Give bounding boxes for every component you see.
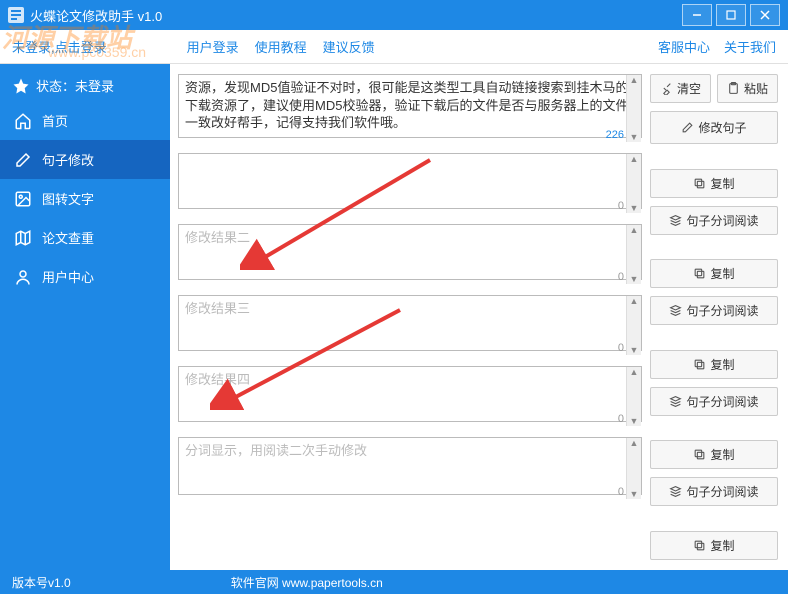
sidebar-item-sentence[interactable]: 句子修改 bbox=[0, 140, 170, 179]
sidebar-item-label: 论文查重 bbox=[42, 228, 94, 247]
copy-button-2[interactable]: 复制 bbox=[650, 259, 778, 288]
scrollbar[interactable]: ▲▼ bbox=[626, 296, 641, 355]
login-hint[interactable]: 未登录,点击登录 bbox=[12, 37, 107, 56]
version-label: 版本号v1.0 bbox=[12, 574, 71, 591]
stack-icon bbox=[669, 395, 682, 408]
scrollbar[interactable]: ▲▼ bbox=[626, 154, 641, 213]
close-button[interactable] bbox=[750, 4, 780, 26]
minimize-button[interactable] bbox=[682, 4, 712, 26]
nav-about[interactable]: 关于我们 bbox=[724, 37, 776, 56]
status-row: 状态：未登录 bbox=[0, 70, 170, 101]
content-area: ▲▼ 226 ▲▼ 0 ▲▼ 0 ▲▼ 0 ▲▼ 0 bbox=[170, 64, 788, 570]
char-count: 0 bbox=[618, 200, 624, 212]
nav-user-login[interactable]: 用户登录 bbox=[187, 37, 239, 56]
sidebar-item-label: 图转文字 bbox=[42, 189, 94, 208]
scrollbar[interactable]: ▲▼ bbox=[626, 225, 641, 284]
copy-button-1[interactable]: 复制 bbox=[650, 169, 778, 198]
scrollbar[interactable]: ▲▼ bbox=[626, 438, 641, 499]
edit-icon bbox=[14, 151, 32, 169]
app-icon bbox=[8, 7, 24, 23]
read-button-3[interactable]: 句子分词阅读 bbox=[650, 387, 778, 416]
char-count: 226 bbox=[606, 129, 624, 141]
copy-icon bbox=[693, 448, 706, 461]
right-links: 客服中心 关于我们 bbox=[658, 37, 776, 56]
nav-service[interactable]: 客服中心 bbox=[658, 37, 710, 56]
scrollbar[interactable]: ▲▼ bbox=[626, 367, 641, 426]
status-label: 状态：未登录 bbox=[36, 76, 114, 95]
result-textarea-1[interactable] bbox=[178, 153, 642, 209]
copy-button-4[interactable]: 复制 bbox=[650, 440, 778, 469]
sidebar: 状态：未登录 首页 句子修改 图转文字 论文查重 用户中心 bbox=[0, 64, 170, 570]
read-button-4[interactable]: 句子分词阅读 bbox=[650, 477, 778, 506]
user-icon bbox=[14, 268, 32, 286]
sidebar-item-label: 句子修改 bbox=[42, 150, 94, 169]
input-textarea[interactable] bbox=[178, 74, 642, 138]
read-button-1[interactable]: 句子分词阅读 bbox=[650, 206, 778, 235]
sidebar-item-home[interactable]: 首页 bbox=[0, 101, 170, 140]
clear-button[interactable]: 清空 bbox=[650, 74, 711, 103]
nav-feedback[interactable]: 建议反馈 bbox=[323, 37, 375, 56]
copy-icon bbox=[693, 267, 706, 280]
copy-button-5[interactable]: 复制 bbox=[650, 531, 778, 560]
result-textarea-3[interactable] bbox=[178, 295, 642, 351]
sidebar-item-ocr[interactable]: 图转文字 bbox=[0, 179, 170, 218]
read-button-2[interactable]: 句子分词阅读 bbox=[650, 296, 778, 325]
paste-icon bbox=[727, 82, 740, 95]
stack-icon bbox=[669, 485, 682, 498]
result-textarea-4[interactable] bbox=[178, 366, 642, 422]
char-count: 0 bbox=[618, 342, 624, 354]
pencil-icon bbox=[681, 121, 694, 134]
footer: 版本号v1.0 软件官网 www.papertools.cn bbox=[0, 570, 788, 594]
modify-button[interactable]: 修改句子 bbox=[650, 111, 778, 144]
segment-textarea[interactable] bbox=[178, 437, 642, 495]
maximize-button[interactable] bbox=[716, 4, 746, 26]
nav-tutorial[interactable]: 使用教程 bbox=[255, 37, 307, 56]
app-title: 火蝶论文修改助手 v1.0 bbox=[30, 6, 162, 25]
result-textarea-2[interactable] bbox=[178, 224, 642, 280]
copy-icon bbox=[693, 539, 706, 552]
char-count: 0 bbox=[618, 486, 624, 498]
topbar: 未登录,点击登录 用户登录 使用教程 建议反馈 客服中心 关于我们 bbox=[0, 30, 788, 64]
sidebar-item-user[interactable]: 用户中心 bbox=[0, 257, 170, 296]
sidebar-item-label: 用户中心 bbox=[42, 267, 94, 286]
paste-button[interactable]: 粘贴 bbox=[717, 74, 778, 103]
scrollbar[interactable]: ▲▼ bbox=[626, 75, 641, 142]
copy-icon bbox=[693, 177, 706, 190]
sidebar-item-check[interactable]: 论文查重 bbox=[0, 218, 170, 257]
sidebar-item-label: 首页 bbox=[42, 111, 68, 130]
nav-links: 用户登录 使用教程 建议反馈 bbox=[187, 37, 375, 56]
char-count: 0 bbox=[618, 413, 624, 425]
broom-icon bbox=[660, 82, 673, 95]
home-icon bbox=[14, 112, 32, 130]
copy-icon bbox=[693, 358, 706, 371]
site-label: 软件官网 www.papertools.cn bbox=[231, 574, 383, 591]
stack-icon bbox=[669, 304, 682, 317]
map-icon bbox=[14, 229, 32, 247]
action-column: 清空 粘贴 修改句子 复制 句子分词阅读 复制 句子分词阅读 复制 句子分词阅读… bbox=[650, 74, 778, 560]
star-icon bbox=[12, 77, 30, 95]
copy-button-3[interactable]: 复制 bbox=[650, 350, 778, 379]
image-icon bbox=[14, 190, 32, 208]
titlebar: 火蝶论文修改助手 v1.0 bbox=[0, 0, 788, 30]
stack-icon bbox=[669, 214, 682, 227]
char-count: 0 bbox=[618, 271, 624, 283]
